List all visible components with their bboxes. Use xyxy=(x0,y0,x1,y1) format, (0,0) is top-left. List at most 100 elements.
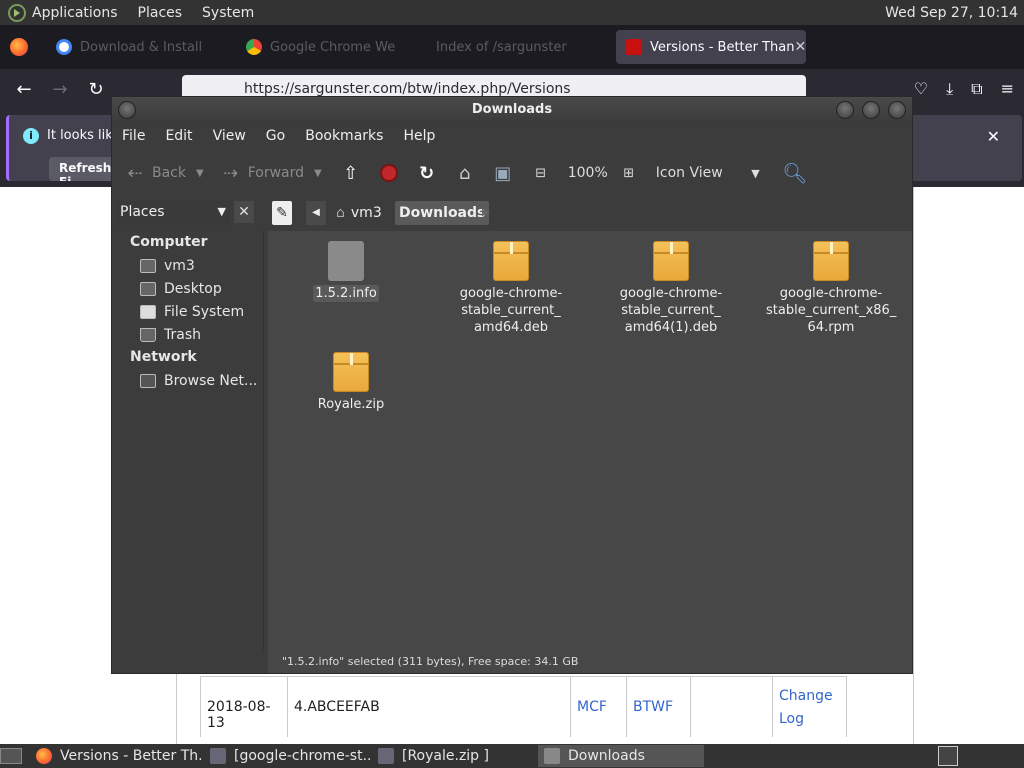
file-item[interactable]: google-chrome- stable_current_ amd64(1).… xyxy=(606,241,736,336)
menu-go[interactable]: Go xyxy=(266,128,285,144)
file-item[interactable]: google-chrome- stable_current_x86_ 64.rp… xyxy=(766,241,896,336)
mcf-link[interactable]: MCF xyxy=(570,677,626,737)
changelog-link[interactable]: Change Log xyxy=(772,677,847,737)
sidebar-item-vm3[interactable]: vm3 xyxy=(112,254,263,277)
menu-file[interactable]: File xyxy=(122,128,145,144)
archive-manager-icon xyxy=(210,748,226,764)
sidebar-type-select[interactable]: Places ▼ xyxy=(116,201,230,225)
hamburger-menu-icon[interactable]: ≡ xyxy=(1001,79,1014,99)
status-bar: "1.5.2.info" selected (311 bytes), Free … xyxy=(268,651,912,673)
sidebar-item-browse-network[interactable]: Browse Net... xyxy=(112,369,263,392)
file-name: 1.5.2.info xyxy=(313,285,379,302)
file-name: Royale.zip xyxy=(317,397,385,412)
zoom-in-button[interactable]: ⊞ xyxy=(618,162,646,184)
file-item[interactable]: Royale.zip xyxy=(286,352,416,413)
extensions-icon[interactable]: ⧉ xyxy=(971,79,982,99)
file-name: google-chrome- stable_current_ amd64(1).… xyxy=(619,286,723,335)
reload-button[interactable]: ↻ xyxy=(416,162,444,184)
pocket-icon[interactable]: ♡ xyxy=(914,79,928,99)
menubar: File Edit View Go Bookmarks Help xyxy=(112,123,912,149)
stop-icon xyxy=(378,162,400,184)
breadcrumb-downloads[interactable]: Downloads xyxy=(395,201,490,225)
table-cell-version: 4.ABCEEFAB xyxy=(287,677,570,737)
search-button[interactable]: 🔍︎ xyxy=(782,161,812,185)
file-name: google-chrome- stable_current_ amd64.deb xyxy=(459,286,563,335)
chevron-down-icon: ▼ xyxy=(217,205,226,218)
browser-tab[interactable]: Google Chrome We xyxy=(236,30,426,64)
menu-bookmarks[interactable]: Bookmarks xyxy=(305,128,383,144)
taskbar-item[interactable]: [google-chrome-st... xyxy=(204,745,370,767)
menu-view[interactable]: View xyxy=(213,128,246,144)
workspace-switcher[interactable] xyxy=(938,746,958,766)
desktop-folder-icon xyxy=(140,281,156,296)
file-manager-window: Downloads File Edit View Go Bookmarks He… xyxy=(111,96,913,674)
refresh-button[interactable]: Refresh Fi xyxy=(49,157,119,181)
home-button[interactable]: ⌂ xyxy=(454,162,482,184)
close-sidebar-icon[interactable]: ✕ xyxy=(234,201,254,223)
menu-system[interactable]: System xyxy=(202,5,254,21)
drive-icon xyxy=(140,304,156,319)
stop-button[interactable] xyxy=(378,162,406,184)
menu-places[interactable]: Places xyxy=(138,5,183,21)
menu-help[interactable]: Help xyxy=(403,128,435,144)
edit-location-icon[interactable]: ✎ xyxy=(272,201,292,225)
file-item[interactable]: google-chrome- stable_current_ amd64.deb xyxy=(446,241,576,336)
sidebar-item-file-system[interactable]: File System xyxy=(112,300,263,323)
breadcrumb-right-arrow-icon[interactable]: ▶ xyxy=(482,201,490,225)
chevron-down-icon[interactable]: ▼ xyxy=(196,168,204,179)
close-tab-icon[interactable]: ✕ xyxy=(795,39,806,55)
back-arrow-icon[interactable]: ← xyxy=(6,79,42,100)
reload-icon[interactable]: ↻ xyxy=(78,79,114,100)
btw-favicon-icon xyxy=(626,39,642,55)
btwf-link[interactable]: BTWF xyxy=(626,677,690,737)
forward-arrow-icon[interactable]: → xyxy=(42,79,78,100)
chevron-down-icon: ▼ xyxy=(751,166,760,180)
browser-tab-active[interactable]: Versions - Better Than ✕ xyxy=(616,30,806,64)
menu-applications[interactable]: Applications xyxy=(32,5,118,21)
info-icon: i xyxy=(23,128,39,144)
location-bar: Places ▼ ✕ ✎ ◀ ⌂ vm3 Downloads ▶ xyxy=(112,197,912,229)
notification-message: It looks like xyxy=(47,128,121,143)
minimize-icon[interactable] xyxy=(836,101,854,119)
browser-tab-label: Index of /sargunster xyxy=(436,39,567,55)
downloads-icon[interactable]: ⤓ xyxy=(946,79,953,99)
window-menu-icon[interactable] xyxy=(118,101,136,119)
view-mode-select[interactable]: Icon View ▼ xyxy=(656,165,760,181)
show-desktop-icon[interactable] xyxy=(0,748,22,764)
breadcrumb-vm3[interactable]: ⌂ vm3 xyxy=(336,201,382,225)
taskbar-item[interactable]: Versions - Better Th... xyxy=(30,745,202,767)
menu-edit[interactable]: Edit xyxy=(165,128,192,144)
breadcrumb-left-arrow-icon[interactable]: ◀ xyxy=(306,201,326,225)
window-titlebar[interactable]: Downloads xyxy=(112,97,912,123)
back-button[interactable]: ⇠ Back ▼ xyxy=(124,162,204,184)
package-icon xyxy=(493,241,529,281)
applications-menu-icon[interactable] xyxy=(8,3,26,22)
browser-tab[interactable]: Index of /sargunster xyxy=(426,30,616,64)
sidebar-item-desktop[interactable]: Desktop xyxy=(112,277,263,300)
file-item[interactable]: 1.5.2.info xyxy=(281,241,411,302)
window-title: Downloads xyxy=(471,102,553,117)
search-icon: 🔍︎ xyxy=(782,161,808,185)
up-button[interactable]: ⇧ xyxy=(340,162,368,184)
firefox-icon[interactable] xyxy=(10,38,28,56)
close-notification-icon[interactable]: ✕ xyxy=(987,127,1000,146)
zoom-out-button[interactable]: ⊟ xyxy=(530,162,558,184)
taskbar-item-active[interactable]: Downloads xyxy=(538,745,704,767)
clock[interactable]: Wed Sep 27, 10:14 xyxy=(885,5,1018,21)
sidebar-item-trash[interactable]: Trash xyxy=(112,323,263,346)
close-window-icon[interactable] xyxy=(888,101,906,119)
google-favicon-icon xyxy=(56,39,72,55)
package-icon xyxy=(333,352,369,392)
taskbar-item[interactable]: [Royale.zip ] xyxy=(372,745,536,767)
forward-button[interactable]: ⇢ Forward ▼ xyxy=(220,162,322,184)
maximize-icon[interactable] xyxy=(862,101,880,119)
table-cell-date: 2018-08-13 xyxy=(200,677,287,737)
zoom-out-icon: ⊟ xyxy=(535,165,547,181)
computer-button[interactable]: ▣ xyxy=(492,162,520,184)
chevron-down-icon[interactable]: ▼ xyxy=(314,168,322,179)
browser-tab-strip: Download & Install Google Chrome We Inde… xyxy=(0,25,1024,69)
browser-tab[interactable]: Download & Install xyxy=(46,30,236,64)
trash-icon xyxy=(140,327,156,342)
forward-arrow-icon: ⇢ xyxy=(223,162,239,184)
home-folder-icon: ⌂ xyxy=(336,205,345,221)
